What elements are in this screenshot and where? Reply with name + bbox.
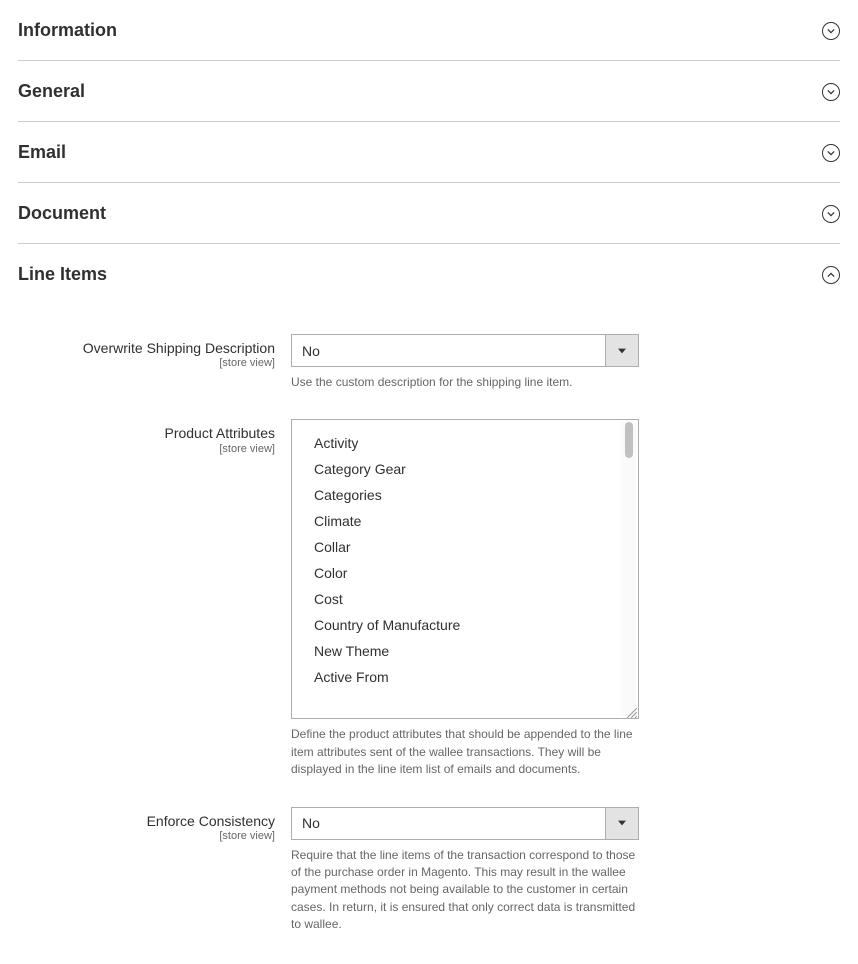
section-title-email: Email xyxy=(18,142,66,163)
field-label-col: Enforce Consistency [store view] xyxy=(18,807,291,934)
section-header-general[interactable]: General xyxy=(18,61,840,121)
multiselect-option[interactable]: Country of Manufacture xyxy=(292,612,638,638)
multiselect-option[interactable]: Cost xyxy=(292,586,638,612)
field-note-enforce-consistency: Require that the line items of the trans… xyxy=(291,847,639,934)
section-line-items: Line Items Overwrite Shipping Descriptio… xyxy=(18,244,840,964)
field-scope: [store view] xyxy=(18,443,275,455)
resize-handle-icon[interactable] xyxy=(625,705,637,717)
field-note-product-attributes: Define the product attributes that shoul… xyxy=(291,726,639,778)
select-value: No xyxy=(292,815,605,831)
field-label-product-attributes: Product Attributes xyxy=(18,424,275,442)
section-general: General xyxy=(18,61,840,122)
multiselect-option[interactable]: Active From xyxy=(292,664,638,690)
dropdown-button xyxy=(605,808,638,839)
product-attributes-multiselect[interactable]: Activity Category Gear Categories Climat… xyxy=(291,419,639,719)
field-overwrite-shipping: Overwrite Shipping Description [store vi… xyxy=(18,334,840,391)
section-title-line-items: Line Items xyxy=(18,264,107,285)
section-document: Document xyxy=(18,183,840,244)
scrollbar[interactable] xyxy=(621,422,636,716)
enforce-consistency-select[interactable]: No xyxy=(291,807,639,840)
chevron-down-icon xyxy=(822,22,840,40)
field-note-overwrite-shipping: Use the custom description for the shipp… xyxy=(291,374,639,391)
section-header-email[interactable]: Email xyxy=(18,122,840,182)
field-label-col: Product Attributes [store view] xyxy=(18,419,291,778)
dropdown-button xyxy=(605,335,638,366)
select-value: No xyxy=(292,343,605,359)
field-control-col: Activity Category Gear Categories Climat… xyxy=(291,419,639,778)
scrollbar-thumb[interactable] xyxy=(625,422,633,458)
section-title-general: General xyxy=(18,81,85,102)
field-product-attributes: Product Attributes [store view] Activity… xyxy=(18,419,840,778)
chevron-up-icon xyxy=(822,266,840,284)
section-information: Information xyxy=(18,0,840,61)
chevron-down-icon xyxy=(822,83,840,101)
section-title-document: Document xyxy=(18,203,106,224)
section-email: Email xyxy=(18,122,840,183)
section-header-line-items[interactable]: Line Items xyxy=(18,244,840,304)
multiselect-option[interactable]: Category Gear xyxy=(292,456,638,482)
field-label-col: Overwrite Shipping Description [store vi… xyxy=(18,334,291,391)
multiselect-option[interactable]: New Theme xyxy=(292,638,638,664)
multiselect-inner: Activity Category Gear Categories Climat… xyxy=(292,420,638,718)
section-title-information: Information xyxy=(18,20,117,41)
multiselect-option[interactable]: Categories xyxy=(292,482,638,508)
section-header-information[interactable]: Information xyxy=(18,0,840,60)
multiselect-option[interactable]: Collar xyxy=(292,534,638,560)
section-body-line-items: Overwrite Shipping Description [store vi… xyxy=(18,304,840,964)
field-label-enforce-consistency: Enforce Consistency xyxy=(18,812,275,830)
multiselect-option[interactable]: Activity xyxy=(292,430,638,456)
multiselect-option[interactable]: Color xyxy=(292,560,638,586)
multiselect-option[interactable]: Climate xyxy=(292,508,638,534)
chevron-down-icon xyxy=(822,144,840,162)
overwrite-shipping-select[interactable]: No xyxy=(291,334,639,367)
section-header-document[interactable]: Document xyxy=(18,183,840,243)
field-control-col: No Require that the line items of the tr… xyxy=(291,807,639,934)
field-scope: [store view] xyxy=(18,357,275,369)
field-scope: [store view] xyxy=(18,830,275,842)
field-enforce-consistency: Enforce Consistency [store view] No Requ… xyxy=(18,807,840,934)
chevron-down-icon xyxy=(822,205,840,223)
field-control-col: No Use the custom description for the sh… xyxy=(291,334,639,391)
field-label-overwrite-shipping: Overwrite Shipping Description xyxy=(18,339,275,357)
